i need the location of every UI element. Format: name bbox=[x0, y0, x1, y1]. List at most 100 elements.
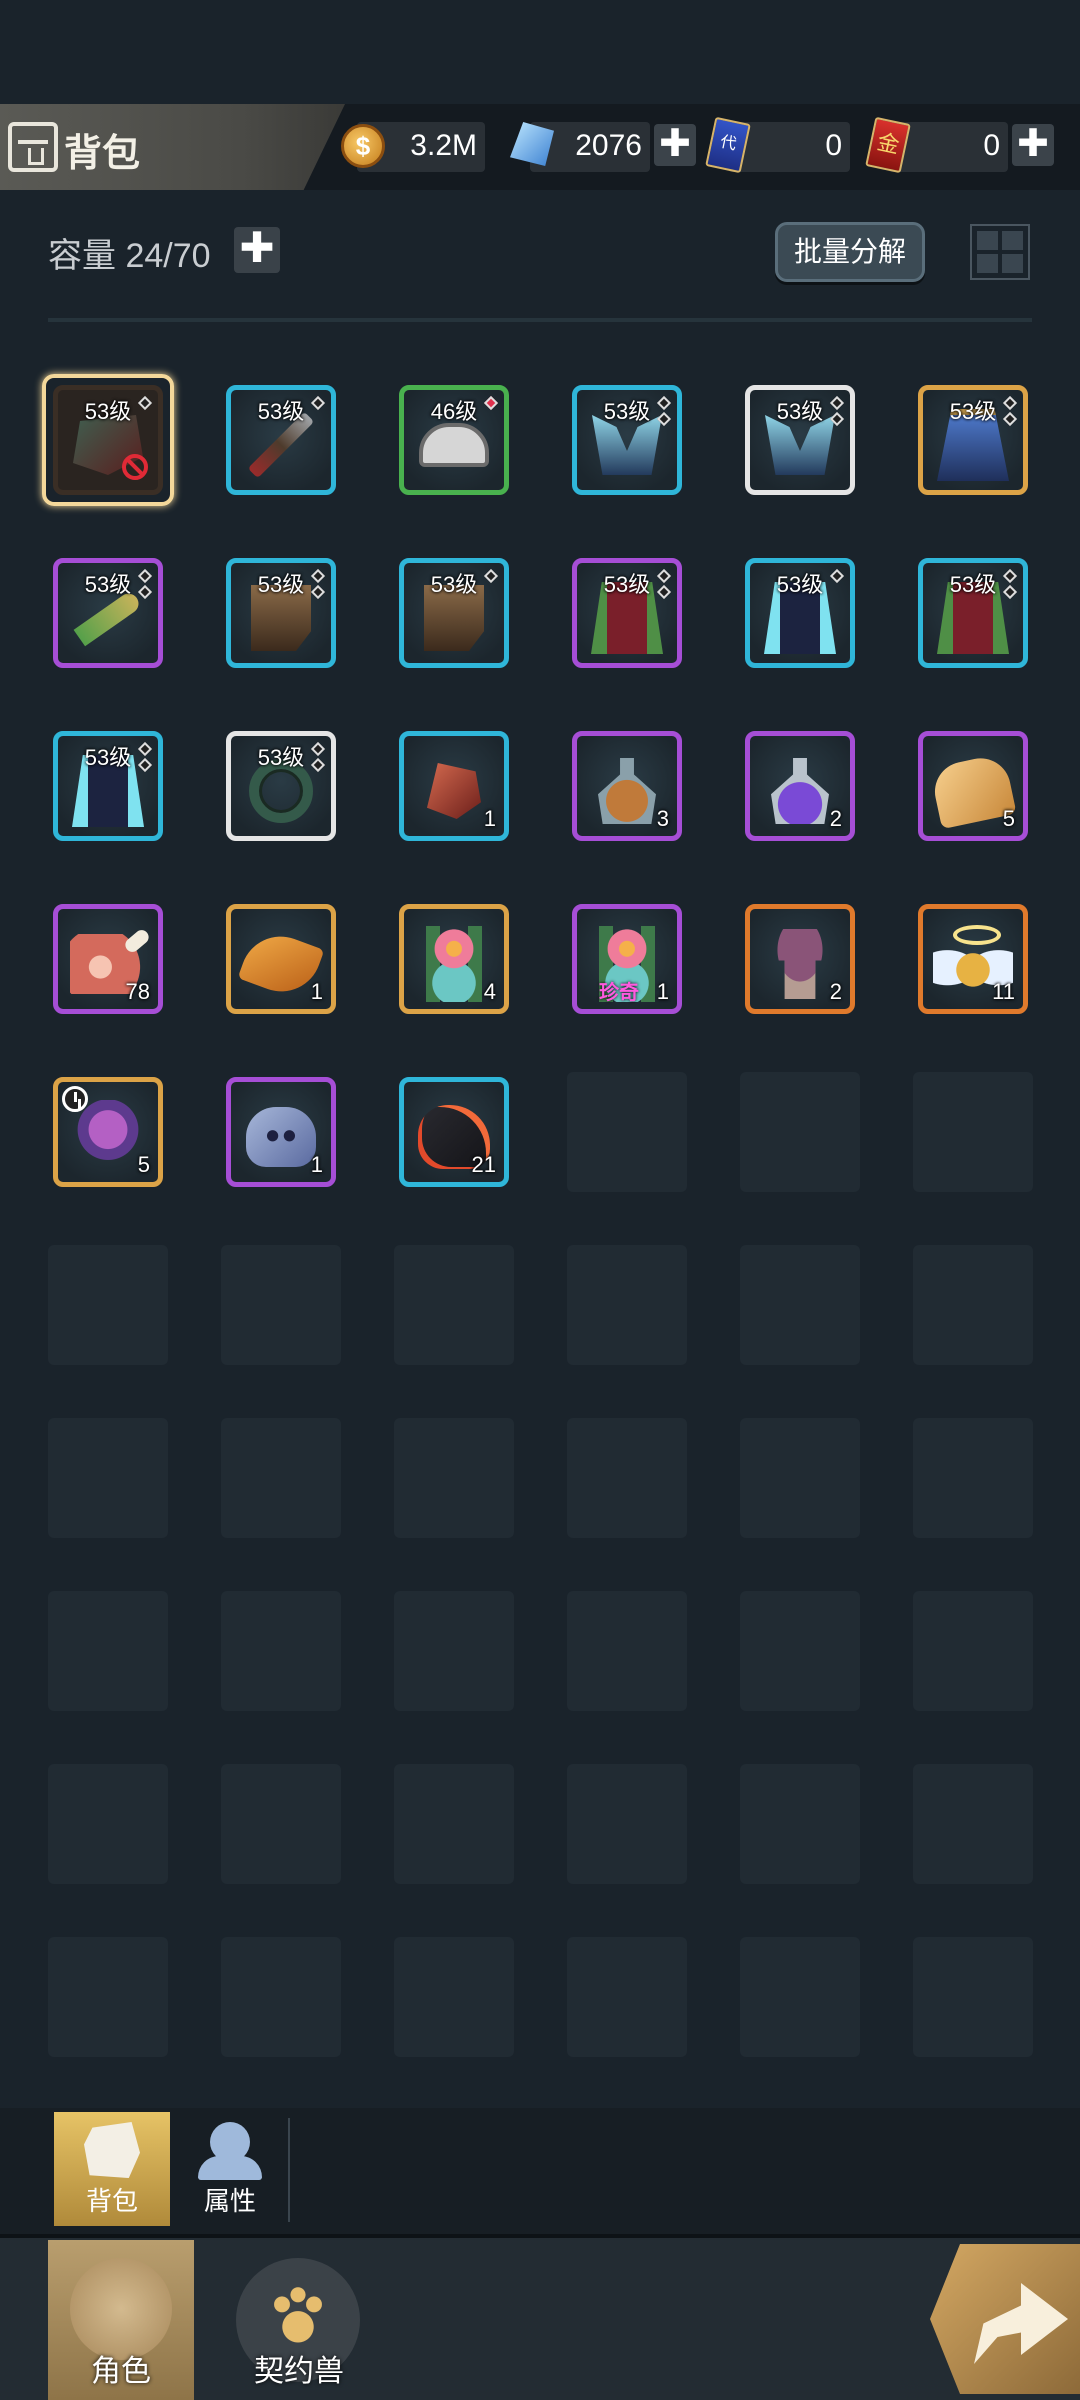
item-frame: 53级 bbox=[918, 385, 1028, 495]
inventory-item[interactable]: 5 bbox=[913, 726, 1033, 846]
inventory-item[interactable]: 53级 bbox=[913, 553, 1033, 673]
expand-capacity-button[interactable]: ✚ bbox=[234, 227, 280, 273]
empty-slot[interactable] bbox=[394, 1937, 514, 2057]
item-count: 78 bbox=[125, 979, 150, 1004]
item-frame: 46级 bbox=[399, 385, 509, 495]
inventory-item[interactable]: 53级 bbox=[740, 380, 860, 500]
inventory-item[interactable]: 53级 bbox=[221, 553, 341, 673]
add-red-card-button[interactable]: ✚ bbox=[1012, 124, 1054, 166]
grid-view-icon[interactable] bbox=[970, 224, 1030, 280]
item-frame: 78 bbox=[53, 904, 163, 1014]
empty-slot[interactable] bbox=[913, 1245, 1033, 1365]
gold-coin-icon: $ bbox=[341, 124, 385, 168]
inventory-item[interactable]: 3 bbox=[567, 726, 687, 846]
nav-contract-beast[interactable]: 契约兽 bbox=[226, 2240, 372, 2400]
inventory-item[interactable]: 53级 bbox=[48, 553, 168, 673]
nav-character[interactable]: 角色 bbox=[48, 2240, 194, 2400]
inventory-item[interactable]: 53级 bbox=[221, 380, 341, 500]
batch-decompose-button[interactable]: 批量分解 bbox=[775, 222, 925, 282]
empty-slot[interactable] bbox=[567, 1418, 687, 1538]
person-icon bbox=[198, 2122, 262, 2180]
empty-slot[interactable] bbox=[221, 1245, 341, 1365]
item-frame: 53级 bbox=[918, 558, 1028, 668]
empty-slot[interactable] bbox=[567, 1937, 687, 2057]
item-frame: 1 bbox=[226, 904, 336, 1014]
empty-slot[interactable] bbox=[48, 1937, 168, 2057]
share-arrow-icon[interactable] bbox=[930, 2244, 1080, 2394]
empty-slot[interactable] bbox=[221, 1591, 341, 1711]
empty-slot[interactable] bbox=[48, 1764, 168, 1884]
empty-slot[interactable] bbox=[221, 1764, 341, 1884]
inventory-item[interactable]: 78 bbox=[48, 899, 168, 1019]
item-count: 1 bbox=[310, 979, 323, 1004]
empty-slot[interactable] bbox=[740, 1418, 860, 1538]
item-count: 5 bbox=[137, 1152, 150, 1177]
add-diamond-button[interactable]: ✚ bbox=[654, 124, 696, 166]
red-card-counter: 金 0 ✚ bbox=[865, 116, 1054, 174]
inventory-item[interactable]: 53级 bbox=[567, 380, 687, 500]
empty-slot[interactable] bbox=[740, 1764, 860, 1884]
item-count: 5 bbox=[1002, 806, 1015, 831]
inventory-item[interactable]: 4 bbox=[394, 899, 514, 1019]
empty-slot[interactable] bbox=[221, 1418, 341, 1538]
empty-slot[interactable] bbox=[48, 1591, 168, 1711]
tab-bag[interactable]: 背包 bbox=[54, 2112, 170, 2226]
empty-slot[interactable] bbox=[913, 1591, 1033, 1711]
backpack-icon bbox=[8, 122, 58, 172]
inventory-item[interactable]: 11 bbox=[913, 899, 1033, 1019]
item-frame: 53级 bbox=[745, 558, 855, 668]
inventory-item[interactable]: 53级 bbox=[913, 380, 1033, 500]
inventory-item[interactable]: 1 珍奇 bbox=[567, 899, 687, 1019]
empty-slot[interactable] bbox=[740, 1245, 860, 1365]
nav-contract-beast-label: 契约兽 bbox=[254, 2355, 344, 2388]
item-frame: 21 bbox=[399, 1077, 509, 1187]
empty-slot[interactable] bbox=[394, 1245, 514, 1365]
inventory-item[interactable]: 2 bbox=[740, 726, 860, 846]
empty-slot[interactable] bbox=[567, 1591, 687, 1711]
inventory-item[interactable]: 21 bbox=[394, 1072, 514, 1192]
empty-slot[interactable] bbox=[48, 1418, 168, 1538]
blue-card-counter: 代 0 bbox=[705, 116, 850, 174]
inventory-item[interactable]: 53级 bbox=[394, 553, 514, 673]
diamond-icon bbox=[510, 122, 554, 166]
empty-slot[interactable] bbox=[221, 1937, 341, 2057]
item-count: 2 bbox=[829, 806, 842, 831]
inventory-item[interactable]: 46级 bbox=[394, 380, 514, 500]
item-frame: 2 bbox=[745, 904, 855, 1014]
item-frame: 1 bbox=[226, 1077, 336, 1187]
status-bar-area bbox=[0, 0, 1080, 104]
inventory-item[interactable]: 1 bbox=[221, 1072, 341, 1192]
empty-slot[interactable] bbox=[740, 1072, 860, 1192]
empty-slot[interactable] bbox=[740, 1937, 860, 2057]
red-card-icon: 金 bbox=[865, 116, 911, 174]
inventory-item[interactable]: 1 bbox=[221, 899, 341, 1019]
inventory-item[interactable]: 5 bbox=[48, 1072, 168, 1192]
inventory-item[interactable]: 53级 bbox=[567, 553, 687, 673]
empty-slot[interactable] bbox=[913, 1937, 1033, 2057]
inventory-item[interactable]: 53级 bbox=[48, 726, 168, 846]
empty-slot[interactable] bbox=[913, 1418, 1033, 1538]
item-frame: 53级 bbox=[572, 558, 682, 668]
inventory-item[interactable]: 53级 bbox=[42, 374, 174, 506]
empty-slot[interactable] bbox=[913, 1764, 1033, 1884]
empty-slot[interactable] bbox=[740, 1591, 860, 1711]
empty-slot[interactable] bbox=[913, 1072, 1033, 1192]
empty-slot[interactable] bbox=[394, 1418, 514, 1538]
item-count: 3 bbox=[656, 806, 669, 831]
inventory-item[interactable]: 1 bbox=[394, 726, 514, 846]
inventory-item[interactable]: 53级 bbox=[740, 553, 860, 673]
rare-badge: 珍奇 bbox=[599, 982, 639, 1004]
empty-slot[interactable] bbox=[394, 1591, 514, 1711]
empty-slot[interactable] bbox=[567, 1245, 687, 1365]
ore-icon bbox=[427, 763, 481, 819]
empty-slot[interactable] bbox=[567, 1764, 687, 1884]
item-frame: 1 珍奇 bbox=[572, 904, 682, 1014]
tab-attributes[interactable]: 属性 bbox=[172, 2112, 288, 2226]
empty-slot[interactable] bbox=[567, 1072, 687, 1192]
empty-slot[interactable] bbox=[394, 1764, 514, 1884]
skull-icon bbox=[246, 1107, 316, 1167]
red-card-value: 0 bbox=[983, 129, 1000, 162]
inventory-item[interactable]: 53级 bbox=[221, 726, 341, 846]
empty-slot[interactable] bbox=[48, 1245, 168, 1365]
inventory-item[interactable]: 2 bbox=[740, 899, 860, 1019]
